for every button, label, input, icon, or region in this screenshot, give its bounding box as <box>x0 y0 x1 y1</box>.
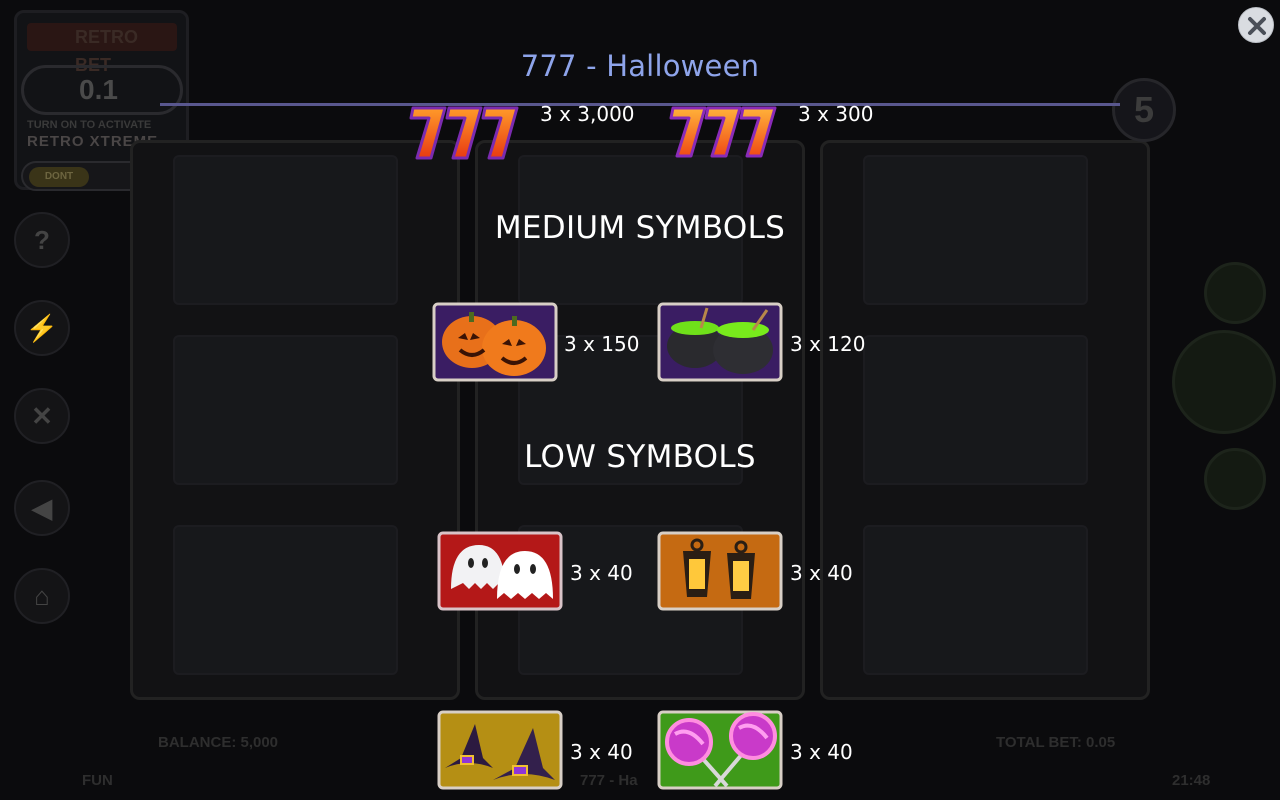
paytable-title: 777 - Halloween <box>520 49 760 83</box>
payout-orange-777: 3 x 300 <box>798 102 874 126</box>
lollipops-icon <box>657 710 783 790</box>
payout-cauldrons: 3 x 120 <box>790 332 866 356</box>
witch-hats-icon <box>437 710 563 790</box>
symbol-witch-hats: 3 x 40 <box>437 710 657 790</box>
payout-ghosts: 3 x 40 <box>570 561 633 585</box>
symbol-pumpkins: 3 x 150 <box>432 302 652 382</box>
orange-777-icon <box>669 106 777 158</box>
symbol-orange-777: 3 x 300 <box>665 100 905 166</box>
payout-lanterns: 3 x 40 <box>790 561 853 585</box>
symbol-cauldrons: 3 x 120 <box>657 302 877 382</box>
symbol-lanterns: 3 x 40 <box>657 531 877 611</box>
paytable-overlay: 777 - Halloween 3 x 3,000 3 x 300 MEDIUM… <box>0 0 1280 800</box>
payout-pumpkins: 3 x 150 <box>564 332 640 356</box>
lanterns-icon <box>657 531 783 611</box>
close-icon <box>1248 17 1266 35</box>
symbol-lollipops: 3 x 40 <box>657 710 877 790</box>
close-button[interactable] <box>1238 7 1274 43</box>
pumpkins-icon <box>432 302 558 382</box>
symbol-ghosts: 3 x 40 <box>437 531 657 611</box>
medium-symbols-heading: MEDIUM SYMBOLS <box>494 210 786 246</box>
payout-lollipops: 3 x 40 <box>790 740 853 764</box>
cauldrons-icon <box>657 302 783 382</box>
low-symbols-heading: LOW SYMBOLS <box>524 439 756 475</box>
payout-witch-hats: 3 x 40 <box>570 740 633 764</box>
red-777-icon <box>409 106 519 160</box>
symbol-red-777: 3 x 3,000 <box>405 100 645 166</box>
ghosts-icon <box>437 531 563 611</box>
payout-red-777: 3 x 3,000 <box>540 102 635 126</box>
